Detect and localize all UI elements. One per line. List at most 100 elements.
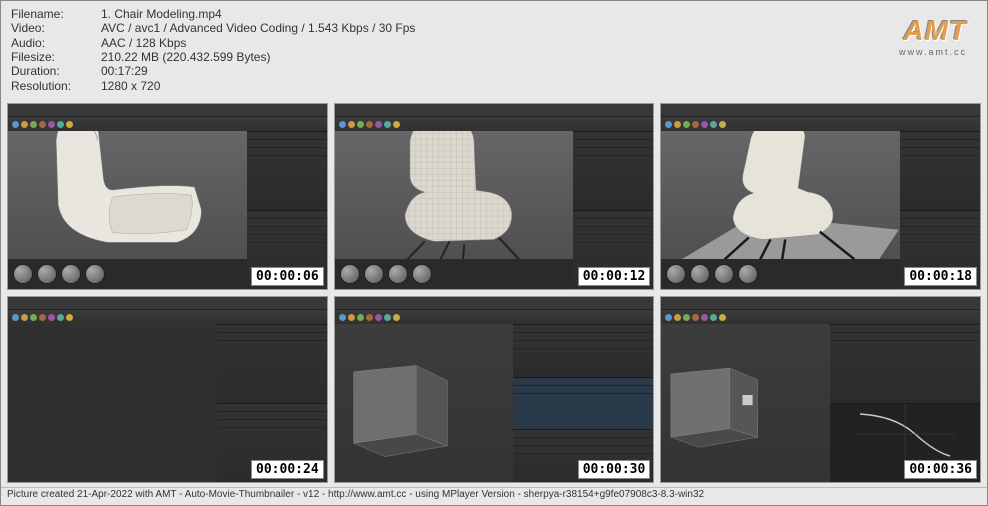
value-video: AVC / avc1 / Advanced Video Coding / 1.5… [101,21,415,35]
tool-icon [66,121,73,128]
tool-icon [39,314,46,321]
thumbnailer-sheet: Filename:1. Chair Modeling.mp4 Video:AVC… [0,0,988,506]
app-toolbar [8,117,327,131]
tool-icon [375,121,382,128]
timecode: 00:00:36 [904,460,977,479]
timecode: 00:00:06 [251,267,324,286]
tool-icon [339,121,346,128]
footer-credit: Picture created 21-Apr-2022 with AMT - A… [1,487,987,501]
label-filename: Filename: [11,7,101,21]
tool-icon [384,314,391,321]
thumbnail-1: 00:00:06 [7,103,328,290]
app-toolbar [661,310,980,324]
material-sphere-icon [666,264,686,284]
tool-icon [674,314,681,321]
tool-icon [701,121,708,128]
tool-icon [12,314,19,321]
viewport-empty [8,324,217,482]
timecode: 00:00:12 [578,267,651,286]
material-sphere-icon [714,264,734,284]
viewport [335,131,574,289]
thumbnail-2: 00:00:12 [334,103,655,290]
tool-icon [348,314,355,321]
tool-icon [384,121,391,128]
header: Filename:1. Chair Modeling.mp4 Video:AVC… [1,1,987,99]
material-sphere-icon [364,264,384,284]
value-filesize: 210.22 MB (220.432.599 Bytes) [101,50,415,64]
material-sphere-icon [738,264,758,284]
label-audio: Audio: [11,36,101,50]
app-titlebar [661,104,980,117]
properties-panel [900,131,980,289]
app-titlebar [8,297,327,310]
value-duration: 00:17:29 [101,64,415,78]
tool-icon [12,121,19,128]
app-toolbar [8,310,327,324]
timecode: 00:00:18 [904,267,977,286]
tool-icon [692,314,699,321]
properties-panel [573,131,653,289]
meta-table: Filename:1. Chair Modeling.mp4 Video:AVC… [11,7,415,93]
tool-icon [48,121,55,128]
tool-icon [57,121,64,128]
material-palette [661,259,900,289]
properties-panel [217,324,327,482]
timecode: 00:00:30 [578,460,651,479]
tool-icon [30,314,37,321]
thumbnail-grid: 00:00:06 [1,99,987,487]
app-titlebar [335,104,654,117]
material-sphere-icon [412,264,432,284]
tool-icon [366,314,373,321]
properties-panel [513,324,653,482]
tool-icon [710,121,717,128]
tool-icon [348,121,355,128]
timecode: 00:00:24 [251,460,324,479]
app-toolbar [335,117,654,131]
material-sphere-icon [61,264,81,284]
value-audio: AAC / 128 Kbps [101,36,415,50]
tool-icon [357,121,364,128]
label-resolution: Resolution: [11,79,101,93]
value-resolution: 1280 x 720 [101,79,415,93]
thumbnail-6: 00:00:36 [660,296,981,483]
tool-icon [683,314,690,321]
thumbnail-5: 00:00:30 [334,296,655,483]
tool-icon [30,121,37,128]
material-sphere-icon [388,264,408,284]
app-titlebar [8,104,327,117]
viewport [8,131,247,289]
viewport [335,324,514,482]
tool-icon [21,121,28,128]
material-sphere-icon [37,264,57,284]
tool-icon [339,314,346,321]
tool-icon [674,121,681,128]
viewport [661,131,900,289]
tool-icon [665,314,672,321]
tool-icon [39,121,46,128]
label-video: Video: [11,21,101,35]
material-palette [335,259,574,289]
tool-icon [701,314,708,321]
app-titlebar [335,297,654,310]
logo-text: AMT [899,15,967,47]
app-titlebar [661,297,980,310]
tool-icon [665,121,672,128]
tool-icon [692,121,699,128]
tool-icon [719,121,726,128]
properties-panel [247,131,327,289]
thumbnail-3: 00:00:18 [660,103,981,290]
tool-icon [57,314,64,321]
tool-icon [48,314,55,321]
logo: AMT www.amt.cc [899,7,977,93]
tool-icon [393,314,400,321]
material-palette [8,259,247,289]
app-toolbar [661,117,980,131]
tool-icon [366,121,373,128]
viewport [661,324,830,482]
thumbnail-4: 00:00:24 [7,296,328,483]
material-sphere-icon [340,264,360,284]
material-sphere-icon [85,264,105,284]
label-duration: Duration: [11,64,101,78]
tool-icon [21,314,28,321]
material-sphere-icon [690,264,710,284]
